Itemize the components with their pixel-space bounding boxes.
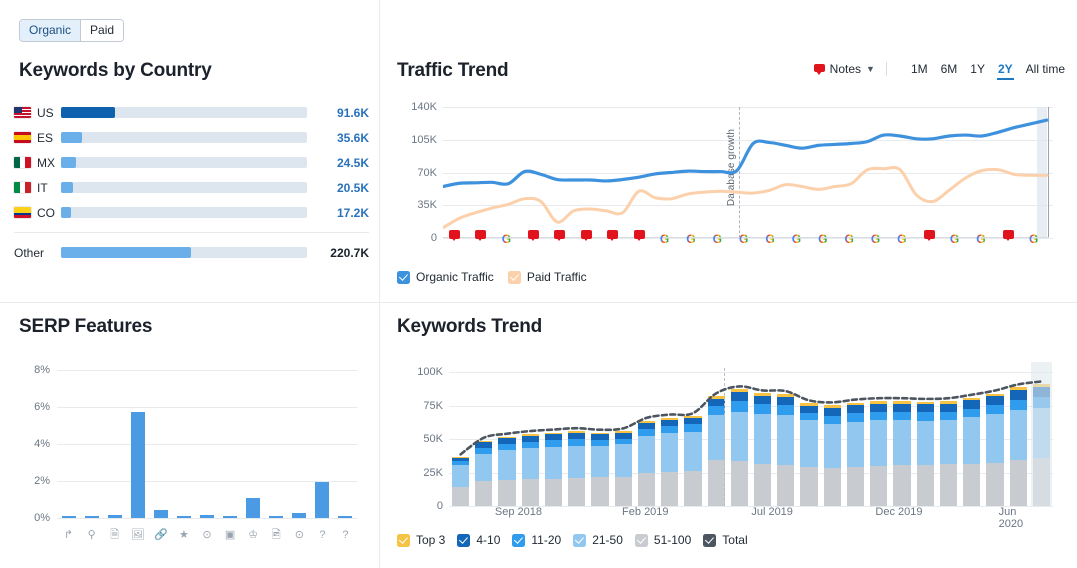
- toggle-option-organic[interactable]: Organic: [20, 20, 81, 41]
- google-update-icon[interactable]: G: [739, 230, 748, 248]
- legend-label: 51-100: [653, 533, 692, 547]
- legend-label: 4-10: [476, 533, 501, 547]
- serp-features-title: SERP Features: [19, 316, 153, 337]
- y-axis-tick: 105K: [411, 133, 437, 146]
- traffic-trend-event-markers[interactable]: GGGGGGGGGGGGGG: [443, 230, 1053, 246]
- legend-checkbox[interactable]: [397, 270, 410, 284]
- traffic-trend-legend: Organic Traffic Paid Traffic: [397, 270, 587, 284]
- note-pin-icon[interactable]: [1002, 230, 1014, 241]
- panel-divider-left: [0, 302, 379, 303]
- toggle-option-paid[interactable]: Paid: [80, 20, 124, 41]
- legend-label: 21-50: [592, 533, 623, 547]
- google-update-icon[interactable]: G: [897, 230, 906, 248]
- chevron-down-icon: ▼: [866, 64, 875, 74]
- google-update-icon[interactable]: G: [976, 230, 985, 248]
- google-update-icon[interactable]: G: [818, 230, 827, 248]
- y-axis-tick: 0: [430, 232, 437, 244]
- legend-label: 11-20: [531, 533, 562, 547]
- legend-checkbox[interactable]: [634, 533, 648, 547]
- y-axis-tick: 75K: [423, 399, 443, 412]
- legend-item[interactable]: Paid Traffic: [507, 270, 587, 284]
- legend-checkbox[interactable]: [512, 533, 526, 547]
- legend-item[interactable]: 21-50: [573, 533, 623, 547]
- total-trend-line: [459, 380, 1043, 456]
- legend-checkbox[interactable]: [457, 533, 471, 547]
- x-axis-tick: Sep 2018: [494, 506, 543, 518]
- traffic-lines: [443, 118, 1049, 230]
- keywords-trend-plot-area: [449, 362, 1053, 507]
- google-update-icon[interactable]: G: [950, 230, 959, 248]
- notes-button[interactable]: Notes ▼: [813, 62, 875, 76]
- period-all-time[interactable]: All time: [1026, 62, 1065, 76]
- panel-divider-right: [380, 302, 1077, 303]
- legend-checkbox[interactable]: [397, 533, 410, 547]
- x-axis-tick: Jun 2020: [998, 506, 1024, 530]
- note-pin-icon[interactable]: [449, 230, 460, 241]
- google-update-icon[interactable]: G: [844, 230, 853, 248]
- x-axis-tick: Dec 2019: [875, 506, 923, 518]
- note-pin-icon[interactable]: [528, 230, 540, 241]
- google-update-icon[interactable]: G: [765, 230, 774, 248]
- y-axis-tick: 140K: [411, 101, 437, 113]
- keywords-trend-legend: Top 3 4-10 11-20 21-50 51-100 Total: [397, 533, 748, 547]
- legend-item[interactable]: Total: [703, 533, 748, 547]
- y-axis-tick: 0: [436, 500, 443, 512]
- y-axis-tick: 35K: [417, 199, 437, 212]
- legend-item[interactable]: 4-10: [457, 533, 500, 547]
- note-pin-icon[interactable]: [633, 230, 645, 241]
- legend-item[interactable]: 11-20: [512, 533, 561, 547]
- legend-checkbox[interactable]: [507, 270, 521, 284]
- google-update-icon[interactable]: G: [1029, 230, 1038, 248]
- legend-item[interactable]: Top 3: [397, 533, 445, 547]
- google-update-icon[interactable]: G: [792, 230, 801, 248]
- note-pin-icon[interactable]: [923, 230, 935, 241]
- legend-label: Top 3: [416, 533, 446, 547]
- google-update-icon[interactable]: G: [502, 230, 511, 248]
- google-update-icon[interactable]: G: [660, 230, 669, 248]
- notes-label: Notes: [829, 62, 862, 76]
- keywords-by-country-title: Keywords by Country: [19, 60, 212, 81]
- x-axis-tick: Feb 2019: [622, 506, 669, 518]
- traffic-trend-plot-area: Database growth: [443, 107, 1053, 239]
- traffic-trend-title: Traffic Trend: [397, 60, 509, 81]
- y-axis-tick: 50K: [423, 433, 443, 445]
- google-update-icon[interactable]: G: [871, 230, 880, 248]
- y-axis-tick: 70K: [417, 166, 437, 179]
- note-pin-icon: [813, 63, 825, 75]
- x-axis-tick: Jul 2019: [751, 506, 793, 518]
- period-6m[interactable]: 6M: [941, 62, 958, 76]
- keywords-trend-chart: 0 25K 50K 75K 100K: [0, 360, 1077, 560]
- legend-item[interactable]: Organic Traffic: [397, 270, 494, 284]
- google-update-icon[interactable]: G: [686, 230, 695, 248]
- y-axis-tick: 100K: [417, 366, 443, 378]
- legend-label: Organic Traffic: [416, 270, 494, 284]
- legend-label: Total: [722, 533, 748, 547]
- note-pin-icon[interactable]: [607, 230, 619, 241]
- legend-label: Paid Traffic: [526, 270, 587, 284]
- legend-checkbox[interactable]: [573, 533, 587, 547]
- y-axis-tick: 25K: [423, 466, 443, 479]
- period-1y[interactable]: 1Y: [970, 62, 985, 76]
- legend-item[interactable]: 51-100: [634, 533, 692, 547]
- period-2y[interactable]: 2Y: [996, 62, 1014, 80]
- organic-paid-toggle[interactable]: Organic Paid: [19, 19, 125, 42]
- period-1m[interactable]: 1M: [911, 62, 928, 76]
- note-pin-icon[interactable]: [580, 230, 592, 241]
- note-pin-icon[interactable]: [475, 230, 487, 241]
- legend-checkbox[interactable]: [703, 533, 717, 547]
- keywords-trend-x-axis: Sep 2018 Feb 2019 Jul 2019 Dec 2019 Jun 2020: [449, 506, 1053, 530]
- control-divider: [885, 62, 887, 76]
- google-update-icon[interactable]: G: [713, 230, 722, 248]
- note-pin-icon[interactable]: [554, 230, 566, 241]
- traffic-trend-controls: Notes ▼ 1M 6M 1Y 2Y All time: [813, 62, 1065, 80]
- keywords-trend-title: Keywords Trend: [397, 316, 543, 337]
